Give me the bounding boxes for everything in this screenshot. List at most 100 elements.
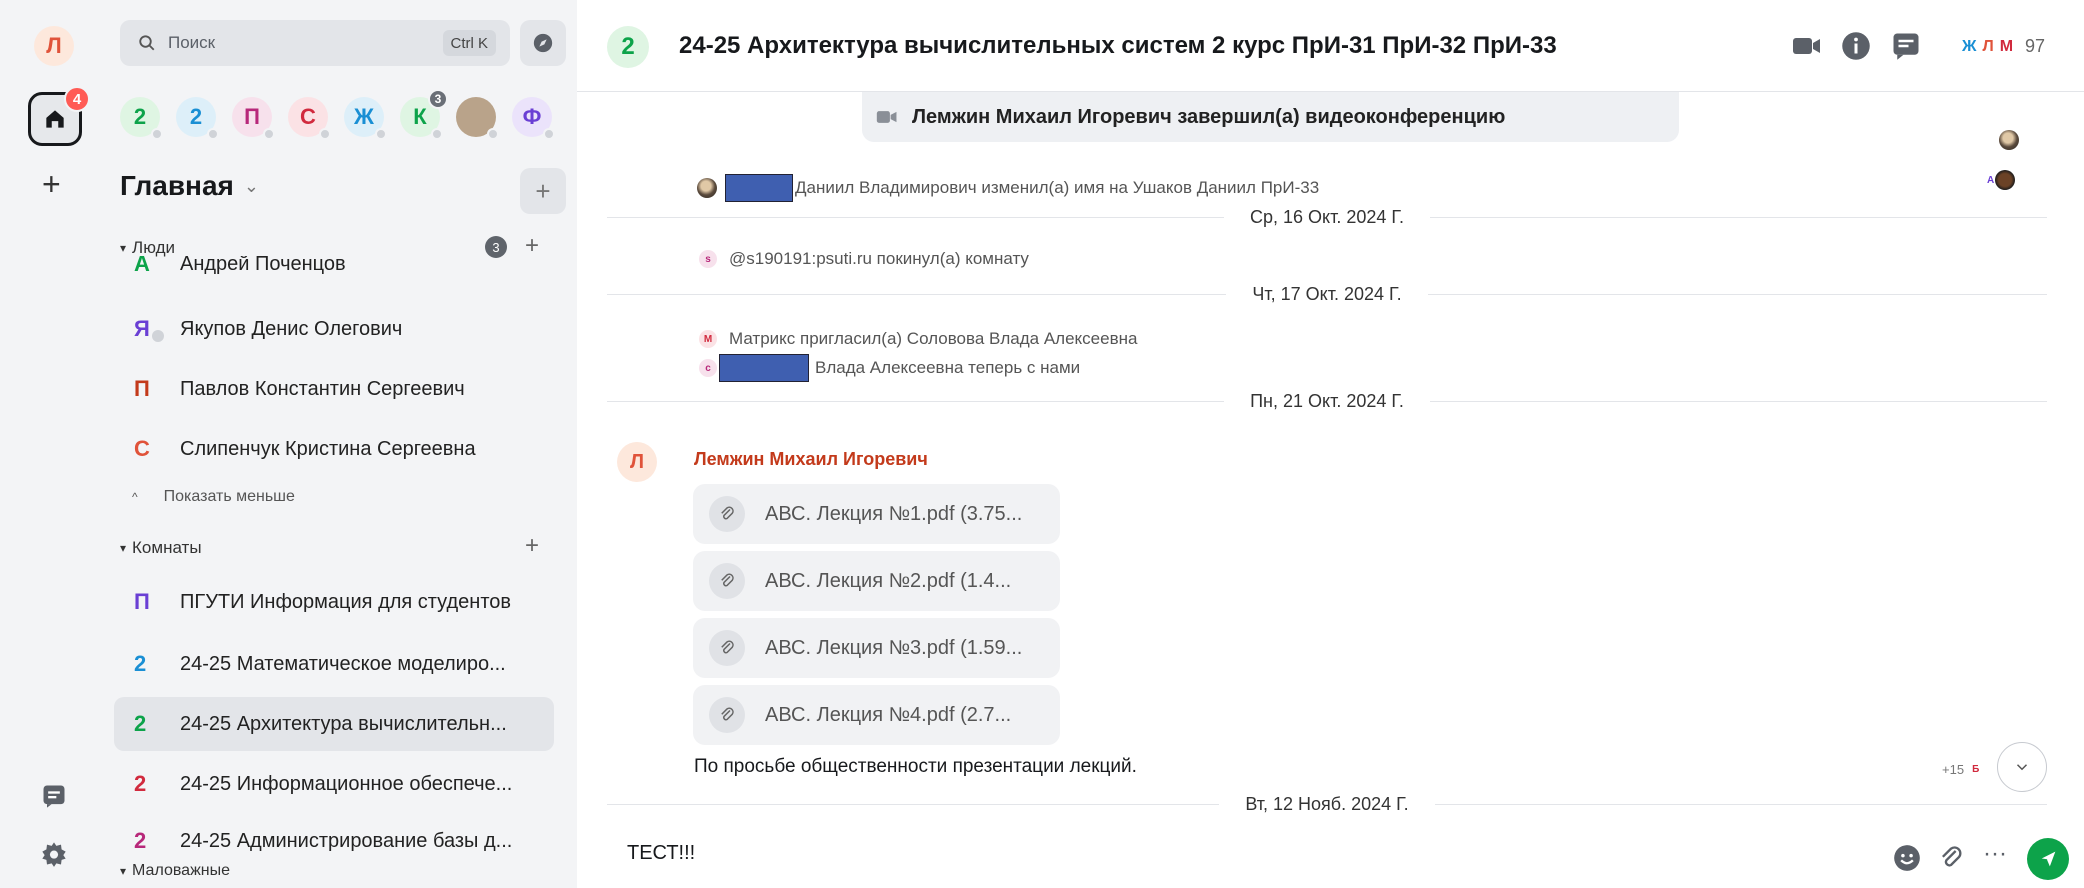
join-event: с Влада Алексеевна теперь с нами <box>699 354 1080 382</box>
create-space-button[interactable]: + <box>42 168 61 200</box>
search-bar[interactable]: Поиск Ctrl K <box>120 20 510 66</box>
space-label: 2 <box>189 104 203 129</box>
presence-dot <box>263 128 275 140</box>
space-item[interactable]: П <box>232 97 275 140</box>
date-label: Пн, 21 Окт. 2024 Г. <box>1250 390 1404 411</box>
add-room-button[interactable]: + <box>520 168 566 214</box>
home-section-title[interactable]: Главная ⌄ <box>120 170 259 202</box>
presence-dot <box>431 128 443 140</box>
member-avatar: Ж <box>1962 37 1977 55</box>
date-separator: Пн, 21 Окт. 2024 Г. <box>607 386 2048 416</box>
room-members-button[interactable]: Ж Л М 97 <box>1962 36 2051 57</box>
file-attachment[interactable]: АВС. Лекция №3.pdf (1.59... <box>693 618 1060 678</box>
date-label: Ср, 16 Окт. 2024 Г. <box>1250 206 1404 227</box>
date-label: Чт, 17 Окт. 2024 Г. <box>1252 283 1402 304</box>
sidebar-room-item[interactable]: П ПГУТИ Информация для студентов <box>114 575 554 629</box>
space-item[interactable]: 2 <box>120 97 163 140</box>
spaces-row: 2 2 П С Ж К3 Ф <box>120 89 568 144</box>
sidebar-room-item[interactable]: 2 24-25 Математическое моделиро... <box>114 637 554 691</box>
user-avatar: М <box>699 330 717 348</box>
space-item[interactable]: С <box>288 97 331 140</box>
read-receipts-more: +15 <box>1942 762 1965 777</box>
sidebar-room-item[interactable]: 2 24-25 Администрирование базы д... <box>114 820 554 862</box>
show-less-button[interactable]: ^ Показать меньше <box>132 488 295 506</box>
invite-event-text: Матрикс пригласил(а) Соловова Влада Алек… <box>729 329 1138 348</box>
user-avatar[interactable]: Л <box>34 26 74 66</box>
paperclip-icon <box>709 563 745 599</box>
jump-to-bottom-button[interactable] <box>1997 742 2047 792</box>
room-title[interactable]: 24-25 Архитектура вычислительных систем … <box>679 32 1557 60</box>
attachment-icon[interactable] <box>1937 844 1965 877</box>
date-label: Вт, 12 Нояб. 2024 Г. <box>1245 793 1409 814</box>
sender-avatar[interactable]: Л <box>617 442 657 482</box>
space-item[interactable]: Ф <box>512 97 555 140</box>
person-name: Павлов Константин Сергеевич <box>180 377 465 400</box>
space-item[interactable] <box>456 97 499 140</box>
emoji-icon[interactable] <box>1893 844 1921 877</box>
file-attachment[interactable]: АВС. Лекция №4.pdf (2.7... <box>693 685 1060 745</box>
search-placeholder: Поиск <box>168 33 216 52</box>
space-label: П <box>244 104 260 129</box>
threads-icon[interactable] <box>1891 31 1921 66</box>
room-header-avatar[interactable]: 2 <box>607 26 649 68</box>
low-priority-group-header[interactable]: ▾ Маловажные <box>120 862 230 880</box>
message-timeline: Лемжин Михаил Игоревич завершил(а) видео… <box>577 92 2084 814</box>
people-item[interactable]: Я Якупов Денис Олегович <box>114 302 554 356</box>
video-call-icon <box>876 111 897 123</box>
home-icon <box>46 110 64 128</box>
space-item[interactable]: 2 <box>176 97 219 140</box>
add-person-button[interactable]: + <box>525 234 539 258</box>
join-event-text: Влада Алексеевна теперь с нами <box>815 358 1081 377</box>
space-item[interactable]: К3 <box>400 89 448 140</box>
rooms-group-header[interactable]: ▾ Комнаты <box>120 538 202 558</box>
people-item[interactable]: П Павлов Константин Сергеевич <box>114 362 554 416</box>
user-photo-avatar <box>697 178 717 198</box>
send-button[interactable] <box>2027 838 2069 880</box>
settings-gear-icon[interactable] <box>40 840 68 873</box>
file-attachment[interactable]: АВС. Лекция №1.pdf (3.75... <box>693 484 1060 544</box>
room-name: 24-25 Архитектура вычислительн... <box>180 712 507 735</box>
paperclip-icon <box>709 496 745 532</box>
sidebar-room-item-active[interactable]: 2 24-25 Архитектура вычислительн... <box>114 697 554 751</box>
call-ended-text: Лемжин Михаил Игоревич завершил(а) видео… <box>912 105 1506 128</box>
video-call-icon[interactable] <box>1792 33 1822 64</box>
people-count-badge: 3 <box>485 236 507 258</box>
chevron-up-icon: ^ <box>132 490 138 504</box>
date-separator: Чт, 17 Окт. 2024 Г. <box>607 279 2048 309</box>
people-item[interactable]: С Слипенчук Кристина Сергеевна <box>114 422 554 476</box>
file-name: АВС. Лекция №1.pdf (3.75... <box>765 502 1023 525</box>
space-rail: Л 4 + <box>0 0 112 888</box>
read-receipt-avatar <box>1999 130 2019 150</box>
room-avatar: 2 <box>134 651 147 676</box>
sender-name[interactable]: Лемжин Михаил Игоревич <box>694 449 928 470</box>
redacted-name <box>725 174 793 202</box>
person-avatar: П <box>134 376 150 401</box>
sidebar-room-item[interactable]: 2 24-25 Информационное обеспече... <box>114 757 554 811</box>
space-unread-badge: 3 <box>428 89 448 109</box>
people-header-label: Люди <box>132 238 175 257</box>
chevron-down-icon: ▾ <box>120 864 127 878</box>
more-options-icon[interactable]: ··· <box>1983 840 2007 868</box>
people-group-header[interactable]: ▾ Люди <box>120 238 175 258</box>
space-label: К <box>413 104 427 129</box>
room-info-icon[interactable] <box>1841 31 1871 66</box>
invite-event: М Матрикс пригласил(а) Соловова Влада Ал… <box>699 329 1137 349</box>
date-separator: Ср, 16 Окт. 2024 Г. <box>607 202 2047 232</box>
read-receipts[interactable]: +15 Б <box>1942 762 1979 777</box>
read-receipt-avatar: Б <box>1972 764 1980 775</box>
low-priority-label: Маловажные <box>132 862 231 879</box>
add-room-to-group-button[interactable]: + <box>525 534 539 558</box>
space-label: Ж <box>354 104 374 129</box>
presence-dot <box>543 128 555 140</box>
file-attachment[interactable]: АВС. Лекция №2.pdf (1.4... <box>693 551 1060 611</box>
paperclip-icon <box>709 697 745 733</box>
person-avatar: С <box>134 436 150 461</box>
file-name: АВС. Лекция №3.pdf (1.59... <box>765 636 1023 659</box>
presence-dot <box>207 128 219 140</box>
threads-icon[interactable] <box>40 782 68 815</box>
space-item[interactable]: Ж <box>344 97 387 140</box>
search-shortcut: Ctrl K <box>442 30 496 56</box>
presence-dot <box>319 128 331 140</box>
message-input[interactable]: ТЕСТ!!! <box>627 842 695 865</box>
explore-rooms-button[interactable] <box>520 20 566 66</box>
